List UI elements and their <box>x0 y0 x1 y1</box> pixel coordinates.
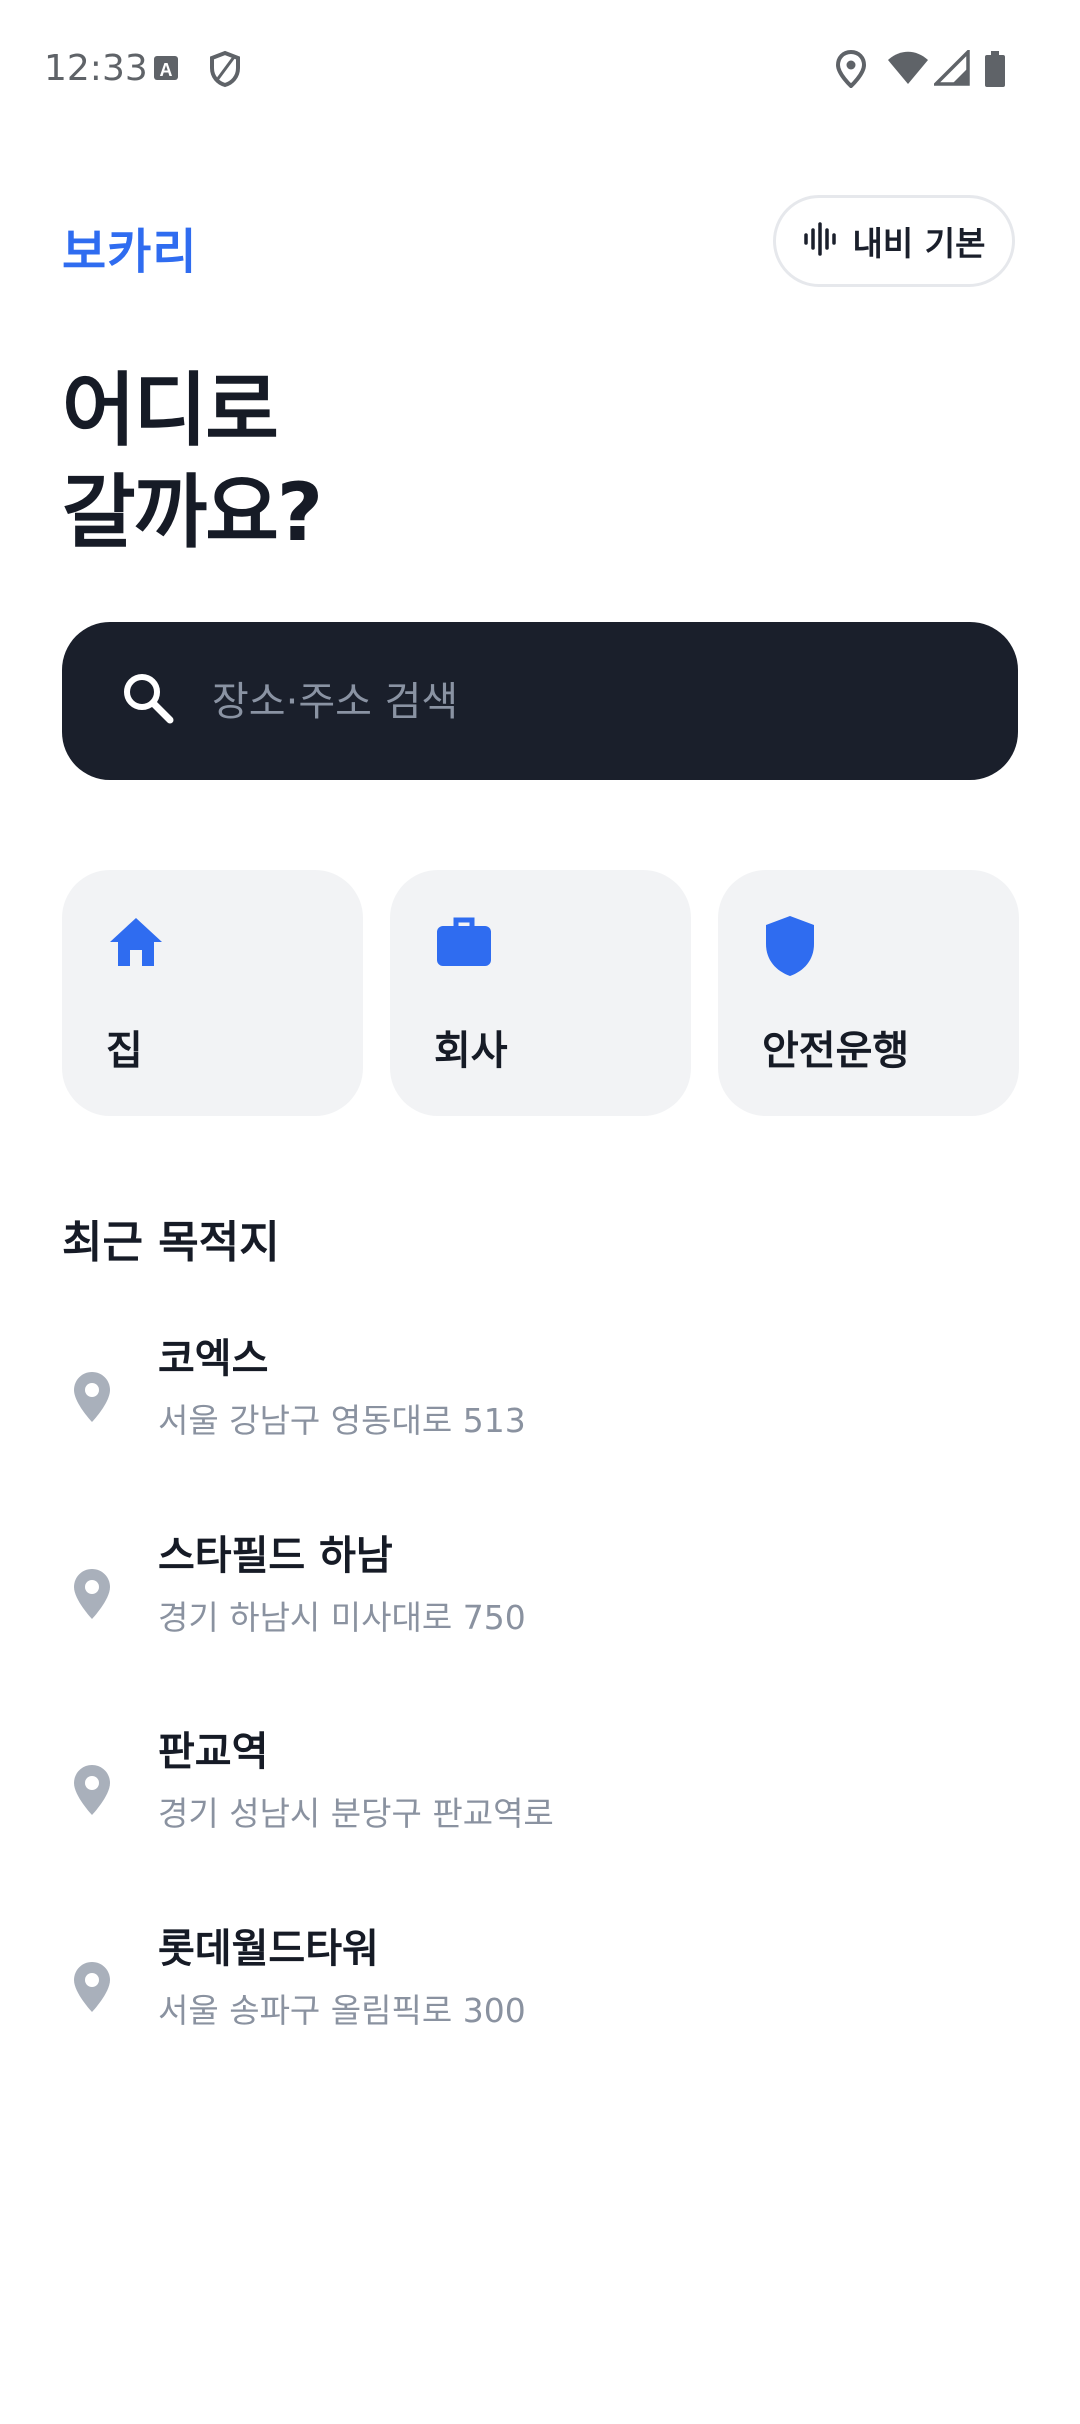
brand-logo: 보카리 <box>62 224 198 280</box>
tile-home[interactable]: 집 <box>62 870 363 1116</box>
shield-outline-icon <box>208 50 242 92</box>
recent-item-name: 코엑스 <box>158 1336 269 1382</box>
signal-icon <box>931 47 970 90</box>
recent-item-name: 롯데월드타워 <box>158 1926 379 1972</box>
recent-item-address: 경기 성남시 분당구 판교역로 <box>158 1794 554 1833</box>
recent-section-title: 최근 목적지 <box>62 1217 280 1268</box>
wifi-icon <box>886 50 930 90</box>
battery-icon <box>984 50 1006 92</box>
recent-item[interactable]: 스타필드 하남 경기 하남시 미사대로 750 <box>62 1523 1018 1693</box>
shield-icon <box>762 914 818 982</box>
status-bar: 12:33 A <box>0 0 1080 140</box>
voice-navigation-button[interactable]: 내비 기본 <box>773 195 1015 287</box>
recent-item[interactable]: 코엑스 서울 강남구 영동대로 513 <box>62 1326 1018 1496</box>
status-time: 12:33 <box>44 48 148 89</box>
pin-icon <box>72 1370 112 1428</box>
title-line-1: 어디로 <box>62 364 279 457</box>
title-line-2: 갈까요? <box>62 466 323 559</box>
tile-home-label: 집 <box>106 1028 143 1074</box>
recent-item-address: 서울 송파구 올림픽로 300 <box>158 1991 526 2030</box>
page-title: 어디로 갈까요? <box>62 360 323 564</box>
recent-item[interactable]: 판교역 경기 성남시 분당구 판교역로 <box>62 1719 1018 1889</box>
recent-item-name: 판교역 <box>158 1729 269 1775</box>
recent-item-address: 경기 하남시 미사대로 750 <box>158 1598 526 1637</box>
recent-item-address: 서울 강남구 영동대로 513 <box>158 1401 526 1440</box>
svg-text:A: A <box>160 60 173 80</box>
tile-safe-drive-label: 안전운행 <box>762 1028 910 1074</box>
text-a-icon: A <box>152 50 180 90</box>
recent-item[interactable]: 롯데월드타워 서울 송파구 올림픽로 300 <box>62 1916 1018 2086</box>
voice-button-label: 내비 기본 <box>852 224 986 263</box>
briefcase-icon <box>434 914 494 974</box>
home-icon <box>106 914 166 974</box>
tile-safe-drive[interactable]: 안전운행 <box>718 870 1019 1116</box>
waveform-icon <box>803 222 839 260</box>
tile-work[interactable]: 회사 <box>390 870 691 1116</box>
search-input[interactable] <box>210 658 974 746</box>
search-bar[interactable] <box>62 622 1018 780</box>
search-icon <box>120 670 176 730</box>
location-icon <box>835 49 867 92</box>
pin-icon <box>72 1567 112 1625</box>
pin-icon <box>72 1763 112 1821</box>
pin-icon <box>72 1960 112 2018</box>
recent-item-name: 스타필드 하남 <box>158 1533 393 1579</box>
tile-work-label: 회사 <box>434 1028 508 1074</box>
